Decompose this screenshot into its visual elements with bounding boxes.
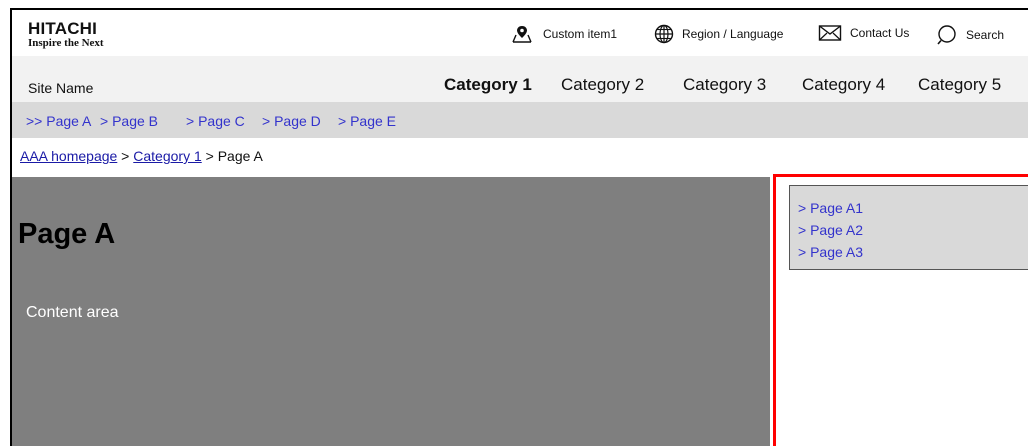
breadcrumb-separator: > (201, 148, 218, 164)
region-language-link[interactable]: Region / Language (654, 24, 783, 44)
sidebar-item-page-a3[interactable]: > Page A3 (798, 241, 1028, 263)
breadcrumb: AAA homepage > Category 1 > Page A (20, 148, 263, 164)
contact-us-label: Contact Us (850, 26, 910, 40)
breadcrumb-home-link[interactable]: AAA homepage (20, 148, 117, 164)
logo-brand: HITACHI (28, 19, 98, 38)
sidebar-item-page-a1[interactable]: > Page A1 (798, 197, 1028, 219)
content-placeholder-text: Content area (26, 304, 119, 321)
nav-category-2[interactable]: Category 2 (561, 75, 644, 95)
subnav-page-c[interactable]: > Page C (186, 113, 245, 129)
custom-item-link[interactable]: Custom item1 (509, 24, 617, 44)
site-name[interactable]: Site Name (28, 80, 93, 96)
search-label: Search (966, 28, 1005, 42)
subnav-page-d[interactable]: > Page D (262, 113, 321, 129)
header: HITACHI Inspire the Next Custom item1 Re… (12, 10, 1028, 56)
sidebar-item-page-a2[interactable]: > Page A2 (798, 219, 1028, 241)
breadcrumb-separator: > (117, 148, 134, 164)
subnav-page-b[interactable]: > Page B (100, 113, 158, 129)
map-pin-icon (512, 26, 532, 43)
region-language-label: Region / Language (682, 27, 784, 41)
page-frame: HITACHI Inspire the Next Custom item1 Re… (10, 8, 1028, 446)
logo[interactable]: HITACHI Inspire the Next (28, 20, 104, 49)
page-title: Page A (18, 218, 116, 250)
globe-icon (654, 24, 674, 44)
category-nav: Site Name Category 1 Category 2 Category… (12, 56, 1028, 102)
subnav-page-e[interactable]: > Page E (338, 113, 396, 129)
breadcrumb-category-link[interactable]: Category 1 (133, 148, 201, 164)
nav-category-1[interactable]: Category 1 (444, 75, 532, 95)
nav-category-5[interactable]: Category 5 (918, 75, 1001, 95)
contact-us-link[interactable]: Contact Us (818, 24, 909, 42)
logo-tagline: Inspire the Next (28, 37, 104, 49)
nav-category-4[interactable]: Category 4 (802, 75, 885, 95)
search-icon (937, 25, 956, 45)
search-link[interactable]: Search (936, 24, 1004, 46)
nav-category-3[interactable]: Category 3 (683, 75, 766, 95)
content-area: Page A Content area (12, 177, 770, 446)
breadcrumb-current: Page A (217, 148, 263, 164)
sub-nav: >> Page A > Page B > Page C > Page D > P… (12, 102, 1028, 138)
mail-icon (818, 25, 842, 41)
subnav-page-a[interactable]: >> Page A (26, 113, 91, 129)
custom-item-label: Custom item1 (543, 27, 618, 41)
sidebar-menu: > Page A1 > Page A2 > Page A3 (789, 185, 1028, 270)
